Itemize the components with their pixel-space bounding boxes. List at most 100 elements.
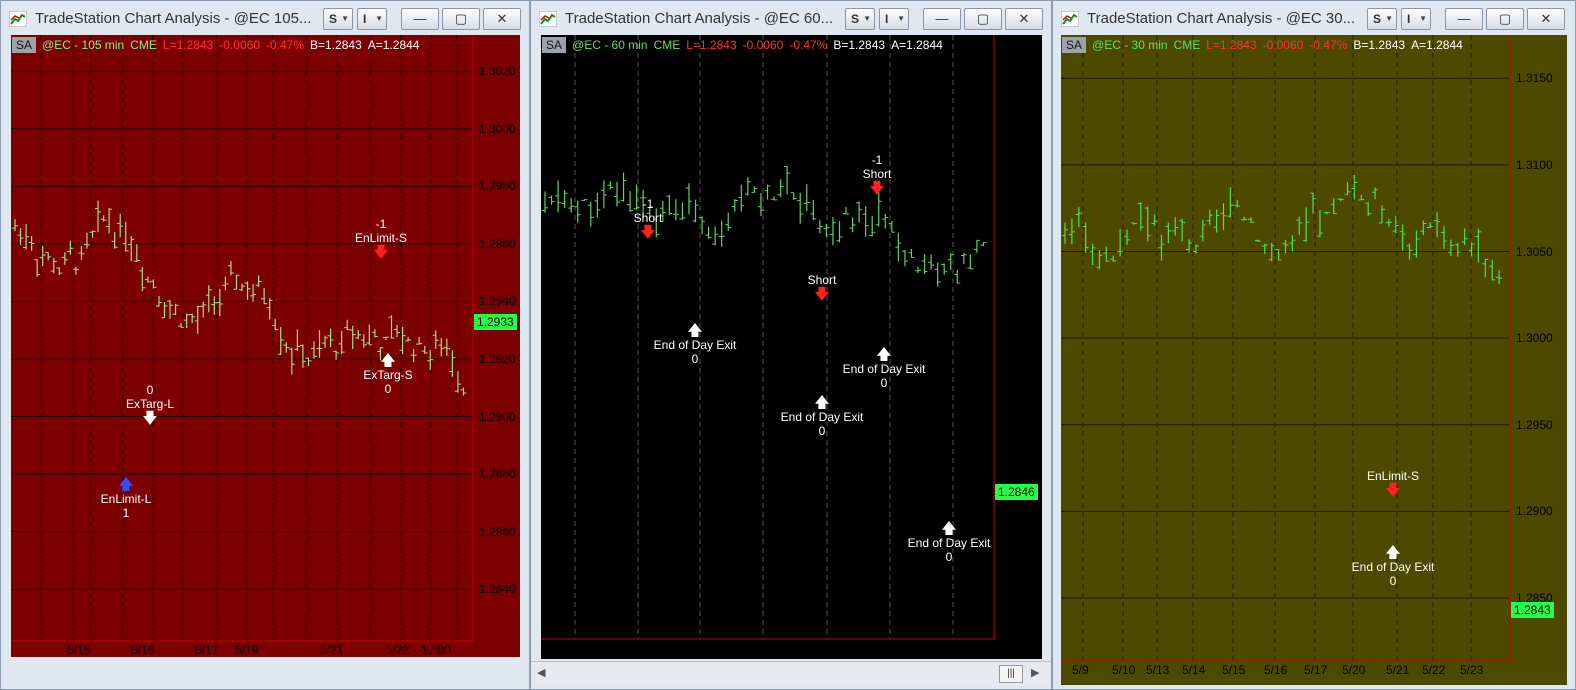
status-analysis-badge[interactable]: SA xyxy=(542,37,567,53)
price-bar xyxy=(928,254,935,270)
status-analysis-badge[interactable]: SA xyxy=(1062,37,1087,53)
minimize-button[interactable]: — xyxy=(401,8,439,30)
scroll-left-icon[interactable]: ◀ xyxy=(537,666,545,679)
close-button[interactable]: ✕ xyxy=(1005,8,1043,30)
price-bar xyxy=(1158,234,1165,261)
price-bar xyxy=(856,201,863,223)
price-bar xyxy=(587,201,594,227)
price-bar xyxy=(1372,187,1379,200)
price-bar xyxy=(382,336,389,341)
price-bar xyxy=(823,223,830,237)
trade-signal-label[interactable]: -1 EnLimit-S 🡇 xyxy=(331,217,431,260)
window-title: TradeStation Chart Analysis - @EC 60... xyxy=(565,10,834,27)
price-bar xyxy=(1413,230,1420,258)
horizontal-scrollbar[interactable]: ◀ ||| ▶ xyxy=(531,661,1051,686)
price-bar xyxy=(862,206,869,237)
arrow-down-icon: 🡇 xyxy=(142,410,158,427)
trade-signal-label[interactable]: Short 🡇 xyxy=(772,273,872,302)
trade-signal-label[interactable]: 🡅 End of Day Exit 0 xyxy=(834,347,934,390)
price-bar xyxy=(1199,219,1206,242)
price-tick-label: 1.3020 xyxy=(479,64,516,79)
trade-signal-label[interactable]: 🡅 End of Day Exit 0 xyxy=(899,521,999,564)
price-bar xyxy=(1234,200,1241,208)
price-bar xyxy=(797,192,804,224)
price-bar xyxy=(705,226,712,239)
price-bar xyxy=(322,335,329,348)
strategy-dropdown-button[interactable]: S ▼ xyxy=(845,8,875,30)
trade-signal-label[interactable]: 🡅 End of Day Exit 0 xyxy=(645,323,745,366)
scroll-right-icon[interactable]: ▶ xyxy=(1031,666,1039,679)
price-chart-area[interactable]: SA @EC - 30 min CME L=1.2843 -0.0060 -0.47% B=… xyxy=(1061,35,1567,685)
trade-signal-label[interactable]: 🡅 End of Day Exit 0 xyxy=(1343,545,1443,588)
minimize-button[interactable]: — xyxy=(1445,8,1483,30)
symbol-header: SA @EC - 60 min CME L=1.2843 -0.0060 -0.47% B=… xyxy=(542,37,949,53)
price-bar xyxy=(200,301,207,318)
trade-signal-label[interactable]: 🡅 ExTarg-S 0 xyxy=(338,353,438,396)
price-bar xyxy=(128,236,135,262)
trade-signal-label[interactable]: 🡅 EnLimit-L 1 xyxy=(76,477,176,520)
title-bar[interactable]: TradeStation Chart Analysis - @EC 60... … xyxy=(531,1,1051,35)
price-bars-svg xyxy=(11,35,474,642)
price-bar xyxy=(349,325,356,350)
minimize-button[interactable]: — xyxy=(923,8,961,30)
date-tick-label: 5/23 xyxy=(942,641,966,655)
price-bar xyxy=(100,215,107,222)
last-price-tag: 1.2843 xyxy=(1511,602,1554,619)
trade-signal-label[interactable]: 0 ExTarg-L 🡇 xyxy=(100,383,200,426)
maximize-button[interactable]: ▢ xyxy=(964,8,1002,30)
indicator-dropdown-button[interactable]: I ▼ xyxy=(879,8,909,30)
maximize-button[interactable]: ▢ xyxy=(442,8,480,30)
signal-text: Short xyxy=(807,273,837,287)
price-bar xyxy=(288,347,295,375)
price-bar xyxy=(299,344,306,368)
price-bar xyxy=(454,371,461,393)
price-bar xyxy=(172,303,179,316)
price-bar xyxy=(1186,239,1193,253)
close-button[interactable]: ✕ xyxy=(483,8,521,30)
price-bar xyxy=(1075,207,1082,228)
trade-signal-label[interactable]: -1 Short 🡇 xyxy=(827,153,927,196)
arrow-down-icon: 🡇 xyxy=(373,244,389,261)
price-bar xyxy=(1323,212,1330,215)
trade-signal-label[interactable]: -1 Short 🡇 xyxy=(598,197,698,240)
indicator-dropdown-button[interactable]: I ▼ xyxy=(1401,8,1431,30)
price-chart-area[interactable]: SA @EC - 105 min CME L=1.2843 -0.0060 -0.47% B… xyxy=(11,35,520,657)
signal-text: -1 xyxy=(871,153,883,167)
percent-change: -0.47% xyxy=(789,38,828,52)
price-bar xyxy=(89,230,96,238)
price-bar xyxy=(1378,205,1385,224)
price-bar xyxy=(829,217,836,246)
close-button[interactable]: ✕ xyxy=(1527,8,1565,30)
price-bars-svg xyxy=(541,35,995,640)
window-title: TradeStation Chart Analysis - @EC 105... xyxy=(35,10,312,27)
price-bar xyxy=(548,195,555,205)
arrow-down-icon: 🡇 xyxy=(814,286,830,303)
date-tick-label: 5/17 xyxy=(689,641,713,655)
date-tick-label: 5/17 xyxy=(1304,663,1328,677)
price-bar xyxy=(61,252,68,265)
price-bar xyxy=(1165,222,1172,244)
price-bar xyxy=(1248,217,1255,223)
maximize-button[interactable]: ▢ xyxy=(1486,8,1524,30)
trade-signal-label[interactable]: EnLimit-S 🡇 xyxy=(1343,469,1443,498)
price-bar xyxy=(1172,217,1179,236)
price-bar xyxy=(50,257,57,274)
price-tick-label: 1.2960 xyxy=(1000,155,1037,170)
status-analysis-badge[interactable]: SA xyxy=(12,37,37,53)
title-bar[interactable]: TradeStation Chart Analysis - @EC 30... … xyxy=(1053,1,1575,35)
strategy-dropdown-button[interactable]: S ▼ xyxy=(1367,8,1397,30)
ask-price: A=1.2844 xyxy=(367,38,420,52)
title-bar[interactable]: TradeStation Chart Analysis - @EC 105...… xyxy=(1,1,529,35)
indicator-dropdown-button[interactable]: I ▼ xyxy=(357,8,387,30)
strategy-dropdown-button[interactable]: S ▼ xyxy=(323,8,353,30)
price-bar xyxy=(239,283,245,292)
price-bar xyxy=(1447,239,1454,256)
trade-signal-label[interactable]: 🡅 End of Day Exit 0 xyxy=(772,395,872,438)
price-bar xyxy=(1399,224,1406,251)
price-bar xyxy=(1254,239,1261,242)
price-bar xyxy=(764,184,771,200)
ask-price: A=1.2844 xyxy=(891,38,943,52)
scroll-grip[interactable]: ||| xyxy=(999,665,1023,683)
price-chart-area[interactable]: SA @EC - 60 min CME L=1.2843 -0.0060 -0.47% B=… xyxy=(541,35,1042,659)
price-bar xyxy=(1137,202,1144,231)
